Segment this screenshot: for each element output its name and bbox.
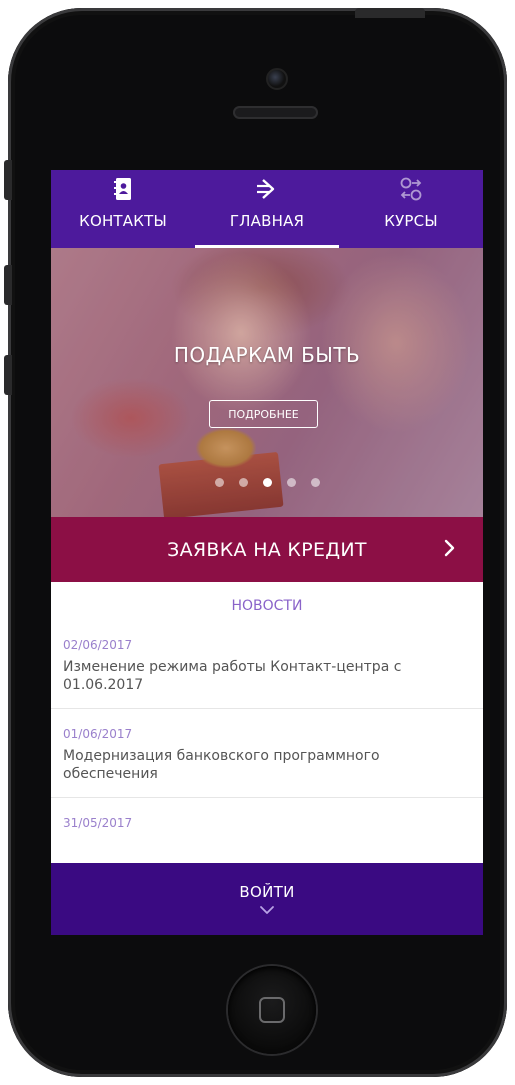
news-item[interactable]: 31/05/2017: [51, 798, 483, 850]
news-section: НОВОСТИ 02/06/2017 Изменение режима рабо…: [51, 582, 483, 862]
carousel-dot[interactable]: [238, 478, 248, 487]
volume-down-button: [4, 355, 12, 395]
news-item[interactable]: 01/06/2017 Модернизация банковского прог…: [51, 709, 483, 798]
power-button: [355, 8, 425, 18]
tab-rates[interactable]: КУРСЫ: [339, 170, 483, 248]
news-title: Изменение режима работы Контакт-центра с…: [63, 659, 402, 693]
credit-application-label: ЗАЯВКА НА КРЕДИТ: [167, 538, 367, 561]
tab-rates-label: КУРСЫ: [384, 212, 438, 230]
login-button[interactable]: ВОЙТИ: [51, 863, 483, 935]
home-arrow-icon: [254, 176, 280, 202]
chevron-right-icon: [444, 539, 455, 557]
mute-switch: [4, 160, 12, 200]
banner-overlay: [51, 248, 483, 517]
news-date: 31/05/2017: [63, 816, 133, 830]
promo-banner[interactable]: ПОДАРКАМ БЫТЬ ПОДРОБНЕЕ: [51, 248, 483, 517]
earpiece-speaker: [233, 106, 318, 119]
contacts-book-icon: [113, 176, 133, 202]
banner-title: ПОДАРКАМ БЫТЬ: [173, 343, 361, 367]
news-date: 02/06/2017: [63, 638, 133, 652]
tab-home[interactable]: ГЛАВНАЯ: [195, 170, 339, 248]
news-item[interactable]: 02/06/2017 Изменение режима работы Конта…: [51, 620, 483, 709]
currency-exchange-icon: [398, 176, 424, 202]
carousel-dot[interactable]: [310, 478, 320, 487]
carousel-indicator: [51, 478, 483, 487]
tab-home-label: ГЛАВНАЯ: [229, 212, 305, 230]
banner-more-button[interactable]: ПОДРОБНЕЕ: [209, 400, 318, 428]
carousel-dot[interactable]: [286, 478, 296, 487]
volume-up-button: [4, 265, 12, 305]
tab-contacts[interactable]: КОНТАКТЫ: [51, 170, 195, 248]
news-heading: НОВОСТИ: [231, 598, 303, 614]
home-square-icon: [259, 997, 285, 1023]
home-button[interactable]: [228, 966, 316, 1054]
carousel-dot[interactable]: [214, 478, 224, 487]
tab-contacts-label: КОНТАКТЫ: [79, 212, 167, 230]
login-label: ВОЙТИ: [239, 883, 295, 901]
news-title: Модернизация банковского программного об…: [63, 748, 380, 782]
credit-application-button[interactable]: ЗАЯВКА НА КРЕДИТ: [51, 517, 483, 582]
app-screen: КОНТАКТЫ ГЛАВНАЯ КУРСЫ ПОДАРКАМ БЫТЬ ПОД…: [51, 170, 483, 935]
front-camera: [266, 68, 288, 90]
top-navigation: КОНТАКТЫ ГЛАВНАЯ КУРСЫ: [51, 170, 483, 248]
carousel-dot-active[interactable]: [262, 478, 272, 487]
chevron-down-icon: [260, 906, 274, 914]
news-date: 01/06/2017: [63, 727, 133, 741]
